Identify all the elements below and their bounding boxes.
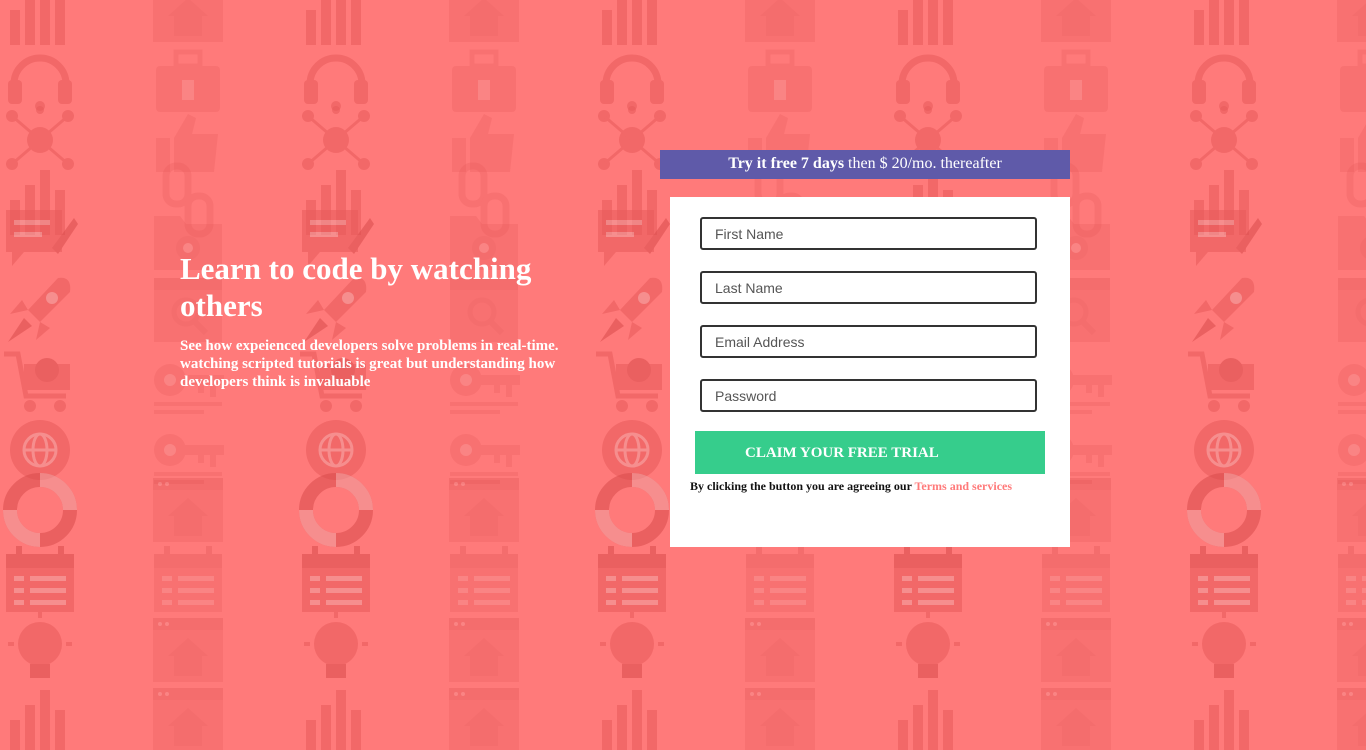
- life-ring-icon: [296, 470, 376, 550]
- calendar-icon: [1332, 540, 1366, 620]
- browser-home-icon: [444, 680, 524, 750]
- email-field[interactable]: [700, 325, 1037, 358]
- browser-home-icon: [444, 610, 524, 690]
- hero-subtitle: See how expeienced developers solve prob…: [180, 338, 559, 390]
- trial-banner-price: then $ 20/mo. thereafter: [844, 155, 1002, 172]
- rocket-icon: [1184, 270, 1264, 350]
- calendar-icon: [1036, 540, 1116, 620]
- calendar-icon: [0, 540, 80, 620]
- browser-home-icon: [1332, 610, 1366, 690]
- browser-home-icon: [740, 610, 820, 690]
- chart-icon: [592, 680, 672, 750]
- cart-gear-icon: [0, 340, 80, 420]
- idea-bulb-icon: [888, 610, 968, 690]
- idea-bulb-icon: [296, 610, 376, 690]
- search-window-icon: [1332, 270, 1366, 350]
- terms-notice: By clicking the button you are agreeing …: [690, 479, 1060, 494]
- browser-home-icon: [1036, 680, 1116, 750]
- chart-icon: [1184, 680, 1264, 750]
- calendar-icon: [1184, 540, 1264, 620]
- key-icon: [1332, 340, 1366, 420]
- cart-gear-icon: [592, 340, 672, 420]
- browser-home-icon: [148, 610, 228, 690]
- terms-link[interactable]: Terms and services: [914, 479, 1012, 493]
- edit-comment-icon: [592, 200, 672, 280]
- hero-section: Learn to code by watching others See how…: [180, 250, 600, 391]
- calendar-icon: [444, 540, 524, 620]
- rocket-icon: [0, 270, 80, 350]
- life-ring-icon: [1184, 470, 1264, 550]
- first-name-field[interactable]: [700, 217, 1037, 250]
- browser-home-icon: [1332, 680, 1366, 750]
- edit-comment-icon: [1184, 200, 1264, 280]
- calendar-icon: [888, 540, 968, 620]
- hero-title: Learn to code by watching others: [180, 251, 532, 323]
- chart-icon: [0, 680, 80, 750]
- folder-settings-icon: [1332, 200, 1366, 280]
- browser-home-icon: [740, 680, 820, 750]
- life-ring-icon: [0, 470, 80, 550]
- trial-banner: Try it free 7 days then $ 20/mo. thereaf…: [660, 150, 1070, 179]
- calendar-icon: [296, 540, 376, 620]
- trial-banner-highlight: Try it free 7 days: [728, 155, 845, 172]
- password-field[interactable]: [700, 379, 1037, 412]
- calendar-icon: [740, 540, 820, 620]
- claim-free-trial-button[interactable]: CLAIM YOUR FREE TRIAL: [695, 431, 1045, 474]
- terms-notice-text: By clicking the button you are agreeing …: [690, 479, 915, 493]
- last-name-field[interactable]: [700, 271, 1037, 304]
- idea-bulb-icon: [0, 610, 80, 690]
- chart-icon: [888, 680, 968, 750]
- chart-icon: [296, 680, 376, 750]
- browser-home-icon: [1332, 470, 1366, 550]
- browser-home-icon: [444, 470, 524, 550]
- calendar-icon: [148, 540, 228, 620]
- idea-bulb-icon: [592, 610, 672, 690]
- idea-bulb-icon: [1184, 610, 1264, 690]
- signup-form: CLAIM YOUR FREE TRIAL By clicking the bu…: [670, 197, 1070, 547]
- browser-home-icon: [1036, 610, 1116, 690]
- browser-home-icon: [148, 680, 228, 750]
- browser-home-icon: [148, 470, 228, 550]
- life-ring-icon: [592, 470, 672, 550]
- edit-comment-icon: [0, 200, 80, 280]
- cart-gear-icon: [1184, 340, 1264, 420]
- calendar-icon: [592, 540, 672, 620]
- rocket-icon: [592, 270, 672, 350]
